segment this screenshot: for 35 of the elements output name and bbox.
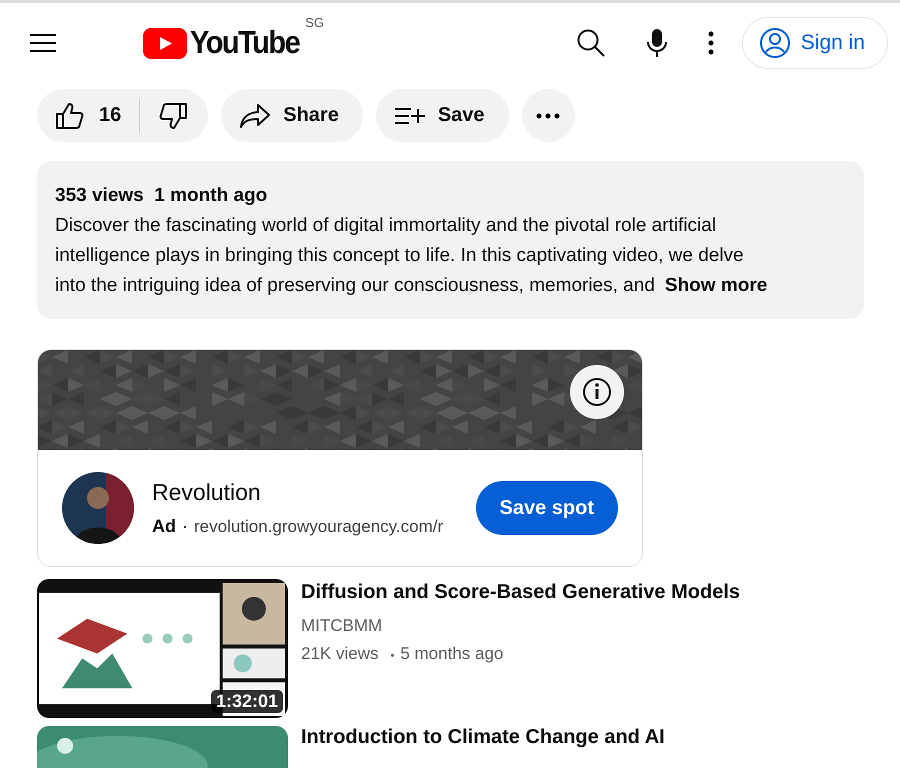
video-title[interactable]: Introduction to Climate Change and AI xyxy=(301,726,665,749)
more-options-icon[interactable] xyxy=(708,31,714,55)
advertiser-name: Revolution xyxy=(152,479,262,506)
menu-icon[interactable] xyxy=(29,33,57,53)
video-title[interactable]: Diffusion and Score-Based Generative Models xyxy=(301,581,740,604)
dislike-icon[interactable] xyxy=(158,102,188,130)
playlist-add-icon xyxy=(394,106,426,126)
upload-age: 5 months ago xyxy=(400,644,504,663)
show-more-button[interactable]: Show more xyxy=(664,271,768,301)
description-text: Discover the fascinating world of digital immortality and the pivotal role artificial xyxy=(55,214,716,238)
info-icon[interactable] xyxy=(570,365,624,419)
save-button[interactable]: Save xyxy=(376,89,509,142)
microphone-icon[interactable] xyxy=(646,28,668,58)
separator-dot: • xyxy=(390,650,394,662)
share-button[interactable]: Share xyxy=(221,89,363,142)
view-count: 21K views xyxy=(301,644,378,663)
channel-name[interactable]: MITCBMM xyxy=(301,612,740,640)
video-stats: 353 views 1 month ago xyxy=(55,184,268,208)
more-icon xyxy=(536,112,560,118)
like-button[interactable]: 16 xyxy=(55,102,140,130)
ad-url[interactable]: revolution.growyouragency.com/r xyxy=(194,516,444,536)
account-icon xyxy=(758,27,791,59)
thumbs-up-icon xyxy=(55,102,85,130)
description-text: intelligence plays in bringing this concept to life. In this captivating video, we delve xyxy=(55,244,744,268)
search-icon[interactable] xyxy=(576,28,606,58)
region-code: SG xyxy=(305,14,324,30)
logo-text[interactable]: YouTube xyxy=(190,24,300,62)
play-icon xyxy=(143,28,187,58)
save-spot-button[interactable]: Save spot xyxy=(476,481,618,535)
share-icon xyxy=(239,102,272,128)
video-duration: 1:32:01 xyxy=(210,690,283,713)
ad-label: Ad xyxy=(152,516,176,537)
sign-in-button[interactable]: Sign in xyxy=(742,17,888,69)
description-text: into the intriguing idea of preserving our consciousness, memories, and xyxy=(55,274,655,298)
separator-dot: · xyxy=(182,516,188,537)
